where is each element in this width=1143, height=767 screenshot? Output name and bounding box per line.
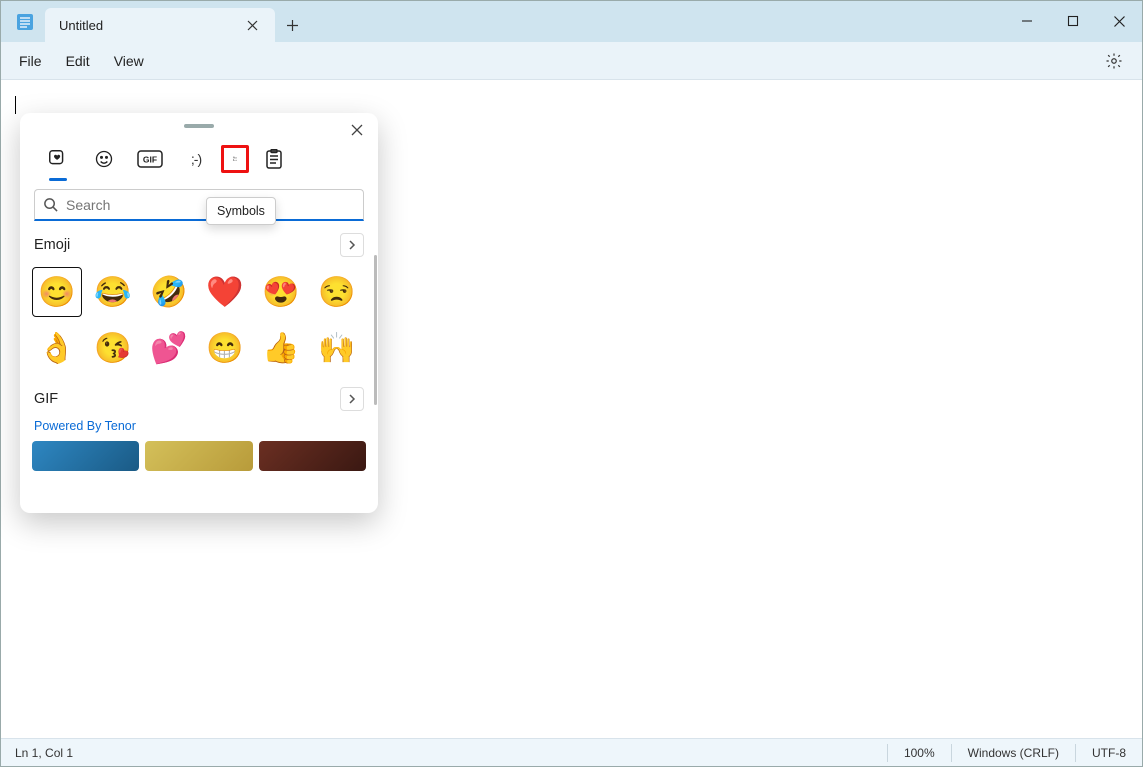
emoji-item[interactable]: 😂 — [88, 267, 138, 317]
notepad-app-icon — [15, 12, 35, 32]
panel-close-button[interactable] — [344, 117, 370, 143]
panel-body[interactable]: Emoji 😊 😂 🤣 ❤️ 😍 😒 👌 😘 💕 😁 👍 🙌 GIF — [20, 225, 378, 513]
menu-edit[interactable]: Edit — [54, 47, 102, 75]
gif-section-header: GIF — [32, 383, 366, 415]
document-tab[interactable]: Untitled — [45, 8, 275, 42]
text-caret — [15, 96, 16, 114]
emoji-item[interactable]: 😁 — [200, 323, 250, 373]
tab-symbols[interactable]: %ʊΔ+ — [221, 145, 249, 173]
close-window-button[interactable] — [1096, 1, 1142, 41]
gif-thumbnail[interactable] — [32, 441, 139, 471]
tab-gif[interactable]: GIF — [136, 145, 164, 173]
menubar: File Edit View — [1, 42, 1142, 80]
svg-text:Δ: Δ — [233, 159, 235, 162]
emoji-item[interactable]: 😘 — [88, 323, 138, 373]
emoji-item[interactable]: ❤️ — [200, 267, 250, 317]
minimize-button[interactable] — [1004, 1, 1050, 41]
emoji-grid: 😊 😂 🤣 ❤️ 😍 😒 👌 😘 💕 😁 👍 🙌 — [32, 261, 366, 383]
gif-section-title: GIF — [34, 391, 58, 407]
gif-thumbnail[interactable] — [145, 441, 252, 471]
window-controls — [1004, 1, 1142, 41]
svg-text:GIF: GIF — [143, 155, 157, 165]
emoji-picker-panel: GIF ;-) %ʊΔ+ Symbols Emoji 😊 😂 🤣 — [20, 113, 378, 513]
emoji-item[interactable]: 😒 — [312, 267, 362, 317]
drag-handle-icon — [184, 124, 214, 128]
settings-button[interactable] — [1098, 45, 1130, 77]
search-row — [20, 179, 378, 225]
tenor-attribution[interactable]: Powered By Tenor — [32, 415, 366, 441]
gif-thumbnail[interactable] — [259, 441, 366, 471]
tab-clipboard[interactable] — [260, 145, 288, 173]
titlebar: Untitled — [1, 1, 1142, 42]
gif-section-expand[interactable] — [340, 387, 364, 411]
tab-recent[interactable] — [44, 145, 72, 173]
emoji-item[interactable]: 😊 — [32, 267, 82, 317]
search-icon — [43, 197, 58, 212]
new-tab-button[interactable] — [275, 8, 309, 42]
symbols-tooltip: Symbols — [206, 197, 276, 225]
scrollbar-thumb[interactable] — [374, 255, 377, 405]
emoji-item[interactable]: 🙌 — [312, 323, 362, 373]
menu-file[interactable]: File — [7, 47, 54, 75]
emoji-item[interactable]: 💕 — [144, 323, 194, 373]
emoji-item[interactable]: 😍 — [256, 267, 306, 317]
status-position: Ln 1, Col 1 — [1, 746, 87, 760]
panel-drag-area[interactable] — [20, 113, 378, 133]
emoji-item[interactable]: 👌 — [32, 323, 82, 373]
emoji-item[interactable]: 👍 — [256, 323, 306, 373]
panel-category-tabs: GIF ;-) %ʊΔ+ — [20, 133, 378, 179]
search-box[interactable] — [34, 189, 364, 221]
svg-text:+: + — [235, 159, 237, 162]
emoji-section-header: Emoji — [32, 229, 366, 261]
gif-row — [32, 441, 366, 471]
statusbar: Ln 1, Col 1 100% Windows (CRLF) UTF-8 — [1, 738, 1142, 766]
tab-close-button[interactable] — [239, 12, 265, 38]
tab-emoji[interactable] — [90, 145, 118, 173]
tab-kaomoji[interactable]: ;-) — [182, 145, 210, 173]
status-zoom[interactable]: 100% — [888, 746, 951, 760]
maximize-button[interactable] — [1050, 1, 1096, 41]
tab-title: Untitled — [59, 18, 239, 33]
menu-view[interactable]: View — [102, 47, 156, 75]
emoji-item[interactable]: 🤣 — [144, 267, 194, 317]
emoji-section-expand[interactable] — [340, 233, 364, 257]
status-encoding[interactable]: UTF-8 — [1076, 746, 1142, 760]
status-line-ending[interactable]: Windows (CRLF) — [952, 746, 1075, 760]
emoji-section-title: Emoji — [34, 237, 70, 253]
